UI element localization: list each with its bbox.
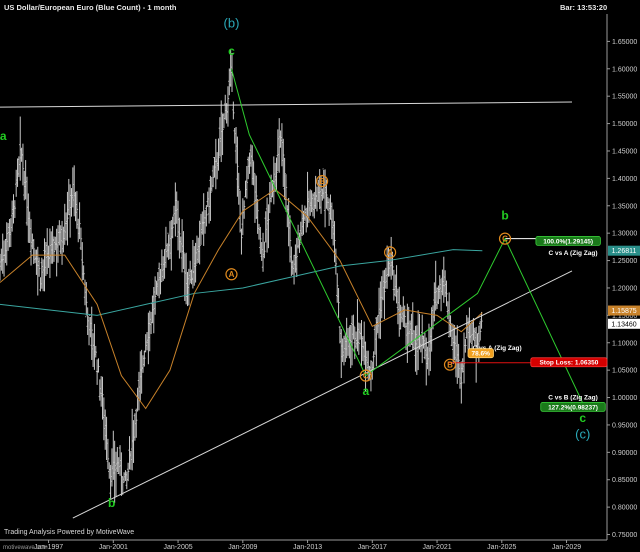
- x-tick-label: Jan-2021: [422, 544, 451, 551]
- ma-orange-line: [0, 188, 483, 410]
- chart-title: US Dollar/European Euro (Blue Count) - 1…: [4, 3, 177, 12]
- trendlines: [0, 101, 607, 519]
- y-tick-label: 1.05000: [612, 368, 637, 375]
- x-tick-label: Jan-2029: [552, 544, 581, 551]
- y-tick-label: 1.35000: [612, 203, 637, 210]
- circled-wave-label: B: [319, 177, 325, 186]
- moving-averages: [0, 188, 483, 410]
- y-tick-label: 0.85000: [612, 477, 637, 484]
- y-tick-label: 0.75000: [612, 532, 637, 539]
- x-tick-label: Jan-2009: [228, 544, 257, 551]
- x-tick-label: Jan-2013: [293, 544, 322, 551]
- y-tick-label: 1.00000: [612, 395, 637, 402]
- annotation-box-text: 100.0%(1.29145): [543, 238, 593, 245]
- y-tick-label: 1.20000: [612, 285, 637, 292]
- y-tick-label: 1.25000: [612, 258, 637, 265]
- price-marker-label: 1.15875: [611, 308, 636, 315]
- y-axis-ticks: 1.65000 1.60000 1.55000 1.50000 1.45000 1.400…: [607, 39, 637, 539]
- ma-teal-line: [0, 249, 483, 316]
- annotations: C vs A (Zig Zag) 78.6% 100.0%(1.29145) C vs…: [467, 235, 608, 412]
- x-tick-label: Jan-2017: [358, 544, 387, 551]
- y-tick-label: 1.30000: [612, 231, 637, 238]
- y-tick-label: 1.10000: [612, 340, 637, 347]
- y-tick-label: 1.40000: [612, 176, 637, 183]
- wave-label-c: c: [579, 411, 586, 425]
- wave-label-c: (c): [575, 427, 590, 442]
- x-axis-ticks: Jan-1997 Jan-2001 Jan-2005 Jan-2009 Jan-2013…: [34, 540, 581, 551]
- bar-time-readout: Bar: 13:53:20: [560, 3, 607, 12]
- y-tick-label: 1.60000: [612, 66, 637, 73]
- wave-label-a: a: [0, 129, 7, 143]
- x-tick-label: Jan-2001: [99, 544, 128, 551]
- price-marker-label: 1.26811: [612, 248, 637, 255]
- x-tick-label: Jan-2005: [163, 544, 192, 551]
- x-tick-label: Jan-2025: [487, 544, 516, 551]
- annotation-text: C vs A (Zig Zag): [549, 250, 598, 257]
- circled-wave-label: A: [229, 270, 235, 279]
- y-tick-label: 0.95000: [612, 422, 637, 429]
- circled-wave-label: B: [447, 360, 453, 369]
- y-tick-label: 1.50000: [612, 121, 637, 128]
- upper-trendline: [0, 101, 573, 108]
- price-chart[interactable]: US Dollar/European Euro (Blue Count) - 1…: [0, 0, 640, 552]
- annotation-box-text: Stop Loss: 1.06350: [539, 360, 598, 367]
- wave-label-a: a: [362, 384, 369, 398]
- wave-label-b: (b): [224, 16, 240, 31]
- lower-trendline: [72, 270, 573, 519]
- annotation-text: C vs B (Zig Zag): [548, 395, 597, 402]
- wave-label-b: b: [108, 496, 115, 510]
- y-tick-label: 0.90000: [612, 450, 637, 457]
- circled-wave-label: C: [363, 371, 369, 380]
- price-marker-label: 1.13460: [611, 321, 636, 328]
- annotation-box-text: 78.6%: [472, 351, 491, 358]
- circled-wave-label: C: [502, 234, 508, 243]
- footer-credit: Trading Analysis Powered by MotiveWave: [4, 529, 134, 536]
- circled-wave-label: A: [387, 248, 393, 257]
- y-tick-label: 0.80000: [612, 505, 637, 512]
- watermark: motivewave.com: [3, 545, 48, 551]
- y-tick-label: 1.65000: [612, 39, 637, 46]
- annotation-box-text: 127.2%(0.98237): [548, 404, 598, 411]
- y-tick-label: 1.45000: [612, 148, 637, 155]
- y-tick-label: 1.55000: [612, 94, 637, 101]
- wave-label-c: c: [228, 44, 235, 58]
- wave-label-b: b: [501, 208, 508, 222]
